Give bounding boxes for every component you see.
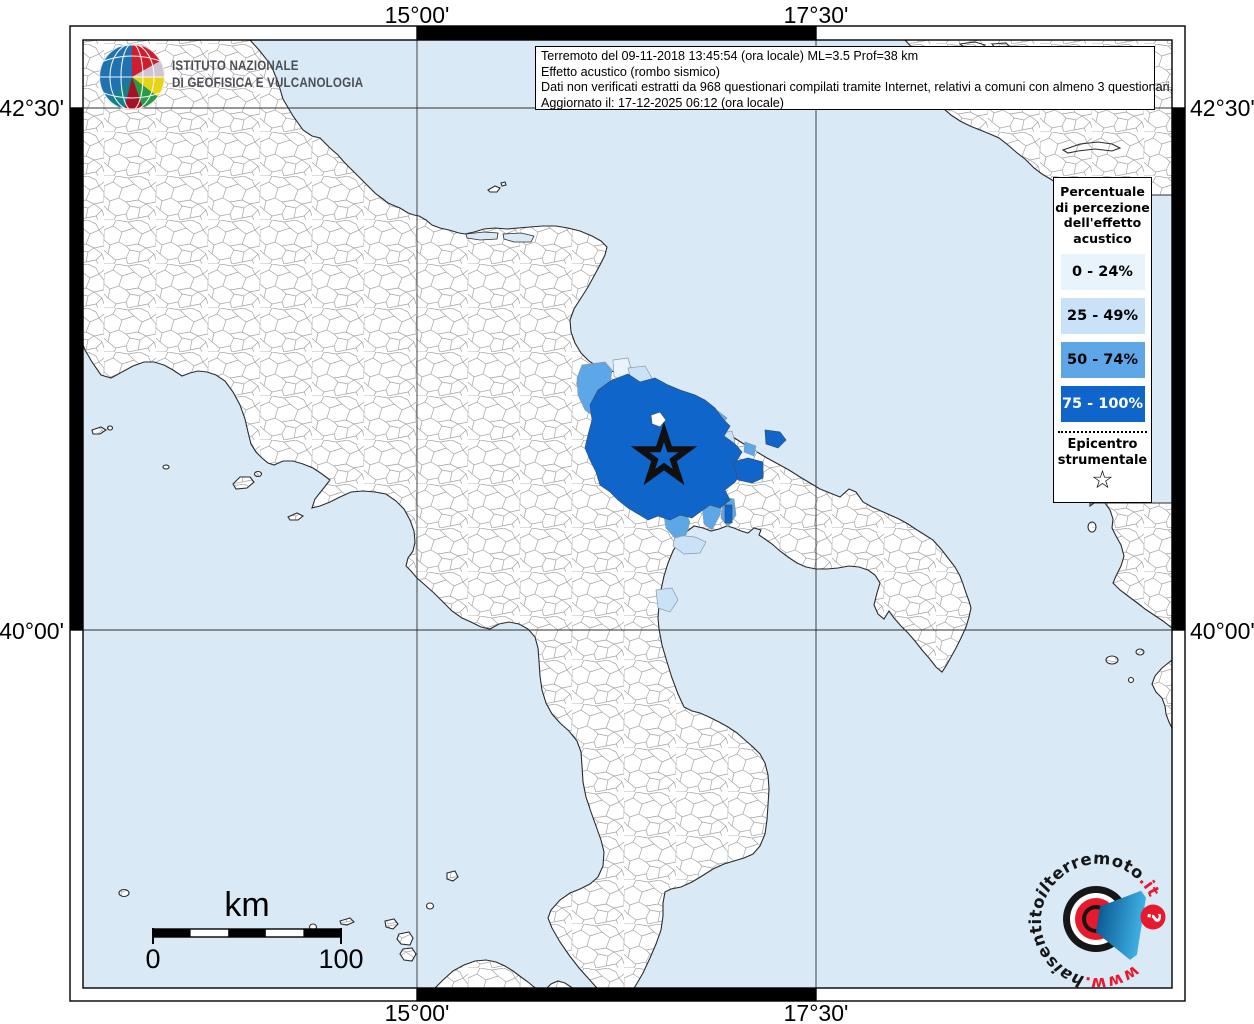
axis-label-top-17: 17°30' (783, 2, 849, 28)
event-info-box: Terremoto del 09-11-2018 13:45:54 (ora l… (535, 46, 1174, 110)
legend-box: Percentuale di percezione dell'effetto a… (1053, 177, 1152, 503)
scalebar-unit: km (224, 886, 270, 924)
legend-title-line: di percezione (1055, 199, 1150, 215)
legend-class-0-24: 0 - 24% (1060, 254, 1145, 290)
legend-class-50-74: 50 - 74% (1060, 342, 1145, 378)
axis-label-right-42: 42°30' (1190, 95, 1254, 121)
axis-label-right-40: 40°00' (1190, 618, 1254, 644)
legend-title-line: acustico (1073, 230, 1132, 246)
legend-class-75-100: 75 - 100% (1060, 386, 1145, 422)
legend-divider (1058, 431, 1147, 433)
map-page: ? www.haisentitoilterremoto.it 15°00' 17… (0, 0, 1254, 1024)
axis-label-bottom-17: 17°30' (783, 1000, 849, 1024)
legend-star-icon: ☆ (1091, 465, 1114, 494)
legend-class-25-49: 25 - 49% (1060, 298, 1145, 334)
ingv-title-line2: DI GEOFISICA E VULCANOLOGIA (172, 75, 364, 90)
scalebar-start: 0 (145, 944, 161, 974)
ingv-title-line1: ISTITUTO NAZIONALE (172, 58, 299, 73)
ingv-title: ISTITUTO NAZIONALE DI GEOFISICA E VULCAN… (172, 57, 363, 91)
legend-title-line: dell'effetto (1063, 215, 1142, 230)
axis-label-top-15: 15°00' (384, 2, 450, 28)
legend-title-line: Percentuale (1060, 184, 1145, 199)
legend-epicenter-line1: Epicentro (1067, 437, 1138, 452)
axis-label-bottom-15: 15°00' (384, 1000, 450, 1024)
scalebar-end: 100 (318, 944, 364, 974)
map-canvas: ? www.haisentitoilterremoto.it (69, 25, 1186, 1002)
event-summary: Terremoto del 09-11-2018 13:45:54 (ora l… (541, 49, 919, 63)
event-updated-at: Aggiornato il: 17-12-2025 06:12 (ora loc… (541, 95, 784, 110)
event-effect: Effetto acustico (rombo sismico) (541, 64, 720, 79)
event-data-note: Dati non verificati estratti da 968 ques… (541, 80, 1174, 95)
axis-label-left-42: 42°30' (0, 95, 64, 121)
axis-label-left-40: 40°00' (0, 618, 64, 644)
